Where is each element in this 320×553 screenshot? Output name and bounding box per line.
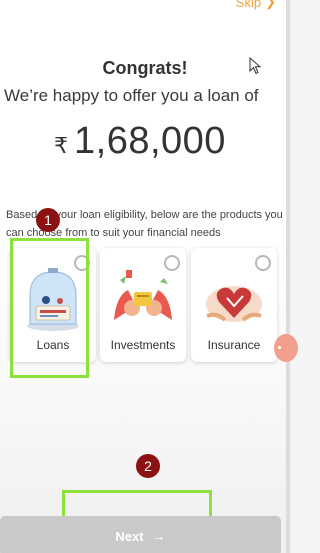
arrow-right-icon: → [151, 528, 166, 544]
loan-amount: ₹ 1,68,000 [54, 120, 226, 163]
chevron-right-icon: ❯ [265, 0, 276, 9]
product-label-investments: Investments [110, 338, 176, 352]
next-button[interactable]: Next → [0, 516, 281, 553]
insurance-illustration [206, 286, 262, 322]
investments-illustration [114, 270, 172, 320]
annotation-marker-1: 1 [36, 208, 60, 232]
annotation-marker-2: 2 [136, 454, 160, 478]
skip-label: Skip [235, 0, 262, 10]
product-label-insurance: Insurance [207, 338, 261, 352]
amount-value: 1,68,000 [74, 120, 226, 162]
skip-link[interactable]: Skip ❯ [236, 0, 276, 10]
product-card-insurance[interactable]: Insurance [191, 248, 277, 362]
scroll-edge [286, 0, 290, 553]
currency-symbol: ₹ [54, 133, 68, 158]
product-card-investments[interactable]: Investments [100, 248, 186, 362]
scroll-hint-card [274, 334, 298, 362]
offer-subtitle: We’re happy to offer you a loan of [4, 86, 259, 105]
next-label: Next [115, 528, 144, 544]
highlight-box-loans [10, 238, 89, 378]
page-title: Congrats! [102, 58, 188, 78]
